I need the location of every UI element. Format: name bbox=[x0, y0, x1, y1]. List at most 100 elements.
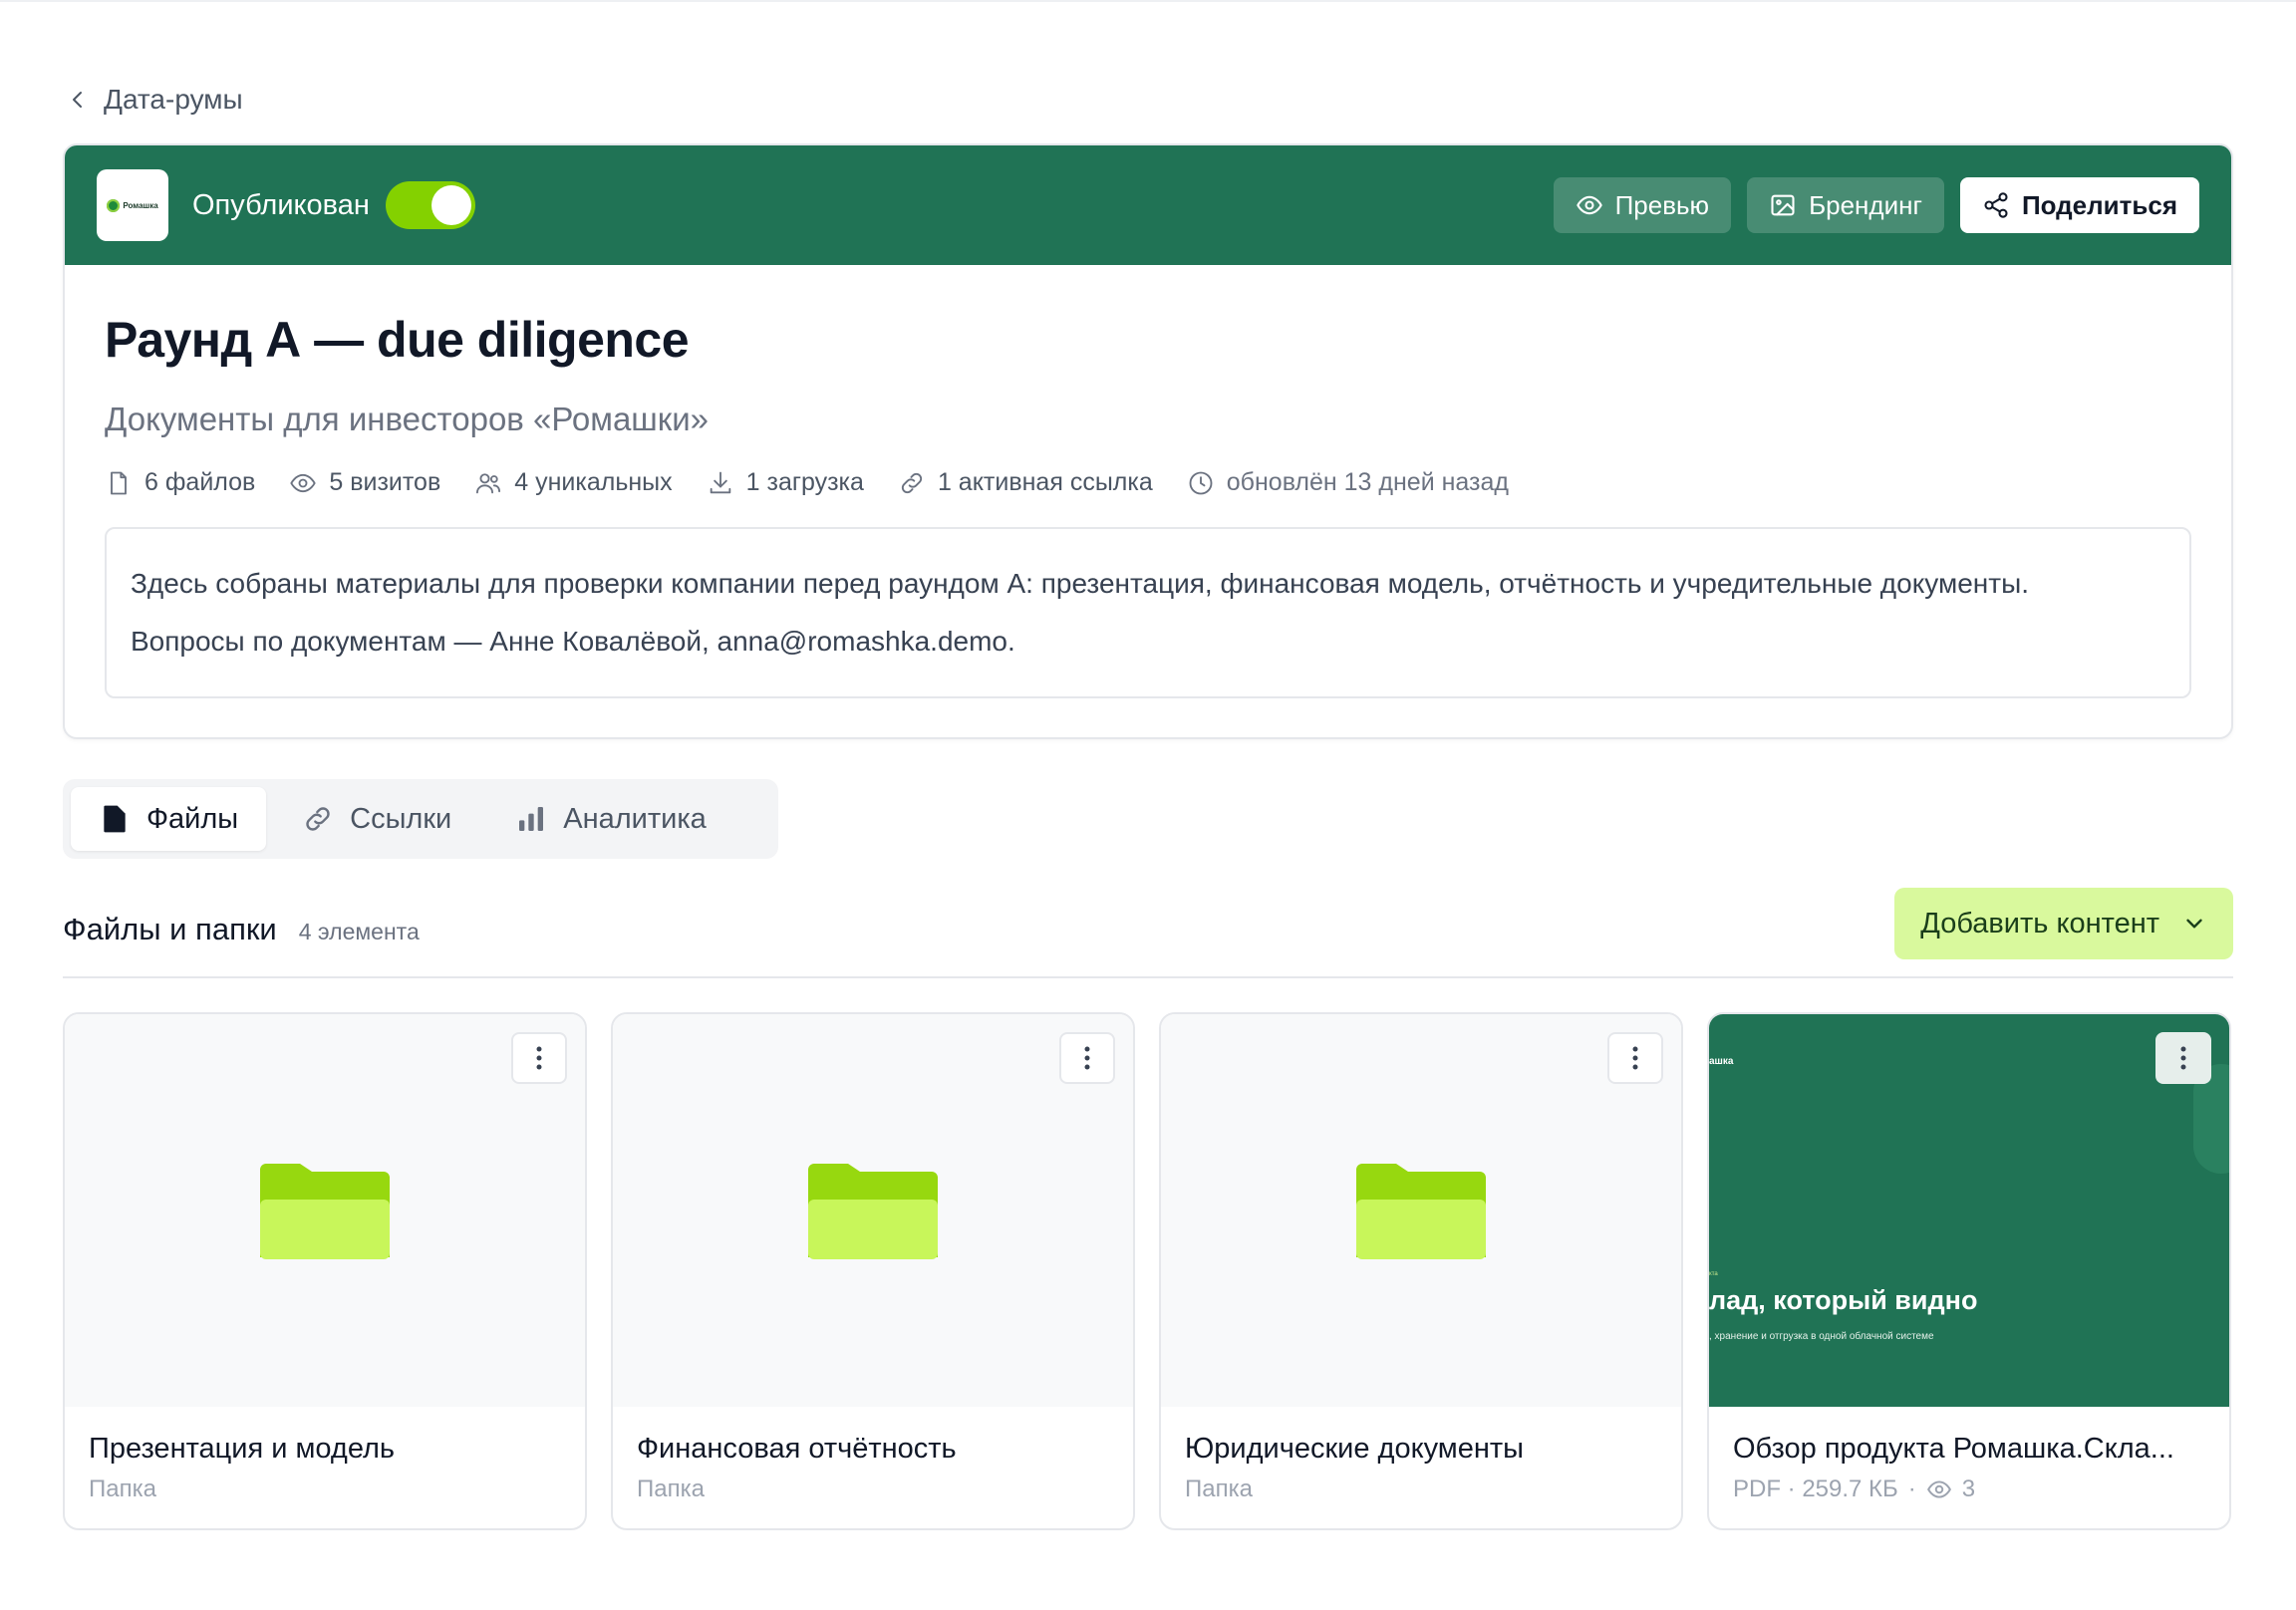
back-link-label: Дата-румы bbox=[104, 84, 243, 115]
stat-unique: 4 уникальных bbox=[474, 468, 673, 497]
tab-analytics-label: Аналитика bbox=[563, 802, 707, 835]
eye-icon bbox=[290, 473, 317, 492]
item-type-text: Папка bbox=[89, 1476, 156, 1502]
item-name: Финансовая отчётность bbox=[637, 1433, 957, 1465]
folder-thumbnail bbox=[65, 1014, 585, 1407]
tab-files[interactable]: Файлы bbox=[71, 787, 267, 851]
item-type: Папка bbox=[89, 1476, 561, 1503]
image-icon bbox=[1771, 194, 1795, 216]
stat-links: 1 активная ссылка bbox=[898, 468, 1153, 497]
stat-links-text: 1 активная ссылка bbox=[937, 468, 1153, 496]
more-options-button[interactable] bbox=[1059, 1032, 1115, 1084]
folder-thumbnail bbox=[1161, 1014, 1681, 1407]
item-name: Обзор продукта Ромашка.Скла... bbox=[1733, 1433, 2174, 1465]
files-grid: Презентация и модель Папка Финансовая от… bbox=[63, 1012, 2231, 1530]
item-type-text: Папка bbox=[637, 1476, 705, 1502]
tab-links[interactable]: Ссылки bbox=[274, 787, 479, 851]
link-icon bbox=[901, 472, 923, 493]
stat-downloads: 1 загрузка bbox=[707, 468, 864, 497]
folder-icon bbox=[808, 1164, 938, 1259]
stat-visits: 5 визитов bbox=[289, 468, 440, 497]
item-name: Юридические документы bbox=[1185, 1433, 1524, 1465]
pdf-preview-tagline: , хранение и отгрузка в одной облачной с… bbox=[1709, 1331, 1934, 1342]
item-meta-text: PDF · 259.7 КБ bbox=[1733, 1476, 1898, 1502]
item-type: Папка bbox=[1185, 1476, 1657, 1503]
branding-button[interactable]: Брендинг bbox=[1747, 177, 1944, 233]
stat-downloads-text: 1 загрузка bbox=[745, 468, 864, 496]
tab-files-label: Файлы bbox=[146, 802, 239, 835]
toggle-knob bbox=[430, 185, 471, 225]
publish-toggle[interactable] bbox=[385, 181, 475, 229]
chevron-left-icon bbox=[73, 92, 82, 108]
stat-unique-text: 4 уникальных bbox=[514, 468, 673, 496]
room-subtitle: Документы для инвесторов «Ромашки» bbox=[105, 401, 710, 437]
preview-button-label: Превью bbox=[1614, 189, 1710, 220]
description-line: Здесь собраны материалы для проверки ком… bbox=[131, 568, 2029, 599]
item-views: 3 bbox=[1961, 1476, 1976, 1502]
stat-files: 6 файлов bbox=[105, 468, 255, 497]
more-vertical-icon bbox=[536, 1046, 542, 1070]
users-icon bbox=[476, 472, 501, 493]
folder-icon bbox=[1356, 1164, 1486, 1259]
data-room-card: Ромашка Опубликован Превью Брендинг Поде… bbox=[63, 143, 2233, 739]
folder-card[interactable]: Презентация и модель Папка bbox=[63, 1012, 587, 1530]
clock-icon bbox=[1189, 471, 1213, 494]
item-type: Папка bbox=[637, 1476, 1109, 1503]
flower-icon bbox=[107, 198, 121, 212]
stat-updated: обновлён 13 дней назад bbox=[1187, 468, 1509, 497]
bar-chart-icon bbox=[519, 807, 544, 831]
room-logo: Ромашка bbox=[97, 169, 168, 241]
folder-thumbnail bbox=[613, 1014, 1133, 1407]
separator-dot: · bbox=[1907, 1476, 1916, 1502]
item-meta: PDF · 259.7 КБ · 3 bbox=[1733, 1476, 2205, 1503]
eye-icon bbox=[1576, 195, 1602, 215]
tab-links-label: Ссылки bbox=[350, 802, 452, 835]
chevron-down-icon bbox=[2186, 919, 2202, 929]
more-options-button[interactable] bbox=[1607, 1032, 1663, 1084]
description-line: Вопросы по документам — Анне Ковалёвой, … bbox=[131, 626, 1015, 657]
more-vertical-icon bbox=[1632, 1046, 1638, 1070]
section-title: Файлы и папки bbox=[63, 912, 277, 946]
more-vertical-icon bbox=[1084, 1046, 1090, 1070]
share-button[interactable]: Поделиться bbox=[1959, 177, 2199, 233]
branding-button-label: Брендинг bbox=[1809, 189, 1922, 220]
folder-card[interactable]: Юридические документы Папка bbox=[1159, 1012, 1683, 1530]
room-stats: 6 файлов 5 визитов 4 уникальных 1 загруз… bbox=[105, 468, 2191, 497]
top-divider bbox=[0, 0, 2296, 2]
back-link[interactable]: Дата-румы bbox=[66, 80, 243, 120]
file-icon bbox=[111, 471, 127, 494]
add-content-label: Добавить контент bbox=[1920, 907, 2159, 939]
more-options-button[interactable] bbox=[511, 1032, 567, 1084]
link-icon bbox=[306, 807, 330, 831]
room-banner: Ромашка Опубликован Превью Брендинг Поде… bbox=[65, 145, 2231, 265]
room-title: Раунд А — due diligence bbox=[105, 312, 690, 368]
item-type-text: Папка bbox=[1185, 1476, 1253, 1502]
files-section-header: Файлы и папки 4 элемента Добавить контен… bbox=[63, 883, 2233, 978]
file-card[interactable]: ашка кта лад, который видно , хранение и… bbox=[1707, 1012, 2231, 1530]
room-tabs: Файлы Ссылки Аналитика bbox=[63, 779, 778, 859]
section-count: 4 элемента bbox=[298, 918, 420, 944]
share-button-label: Поделиться bbox=[2021, 189, 2177, 220]
preview-button[interactable]: Превью bbox=[1553, 177, 1732, 233]
pdf-preview-eyebrow: кта bbox=[1709, 1271, 1718, 1277]
more-vertical-icon bbox=[2180, 1046, 2186, 1070]
pdf-preview-headline: лад, который видно bbox=[1709, 1285, 1978, 1315]
share-icon bbox=[1984, 192, 2008, 218]
folder-icon bbox=[260, 1164, 390, 1259]
room-logo-text: Ромашка bbox=[123, 200, 158, 210]
download-icon bbox=[710, 471, 730, 493]
pdf-preview-brand: ашка bbox=[1709, 1056, 1734, 1067]
stat-visits-text: 5 визитов bbox=[329, 468, 441, 496]
more-options-button[interactable] bbox=[2155, 1032, 2211, 1084]
publish-status-label: Опубликован bbox=[192, 188, 370, 221]
stat-updated-text: обновлён 13 дней назад bbox=[1226, 468, 1509, 496]
add-content-button[interactable]: Добавить контент bbox=[1894, 888, 2233, 959]
tab-analytics[interactable]: Аналитика bbox=[487, 787, 734, 851]
stat-files-text: 6 файлов bbox=[144, 468, 256, 496]
room-description: Здесь собраны материалы для проверки ком… bbox=[105, 527, 2191, 698]
pdf-thumbnail: ашка кта лад, который видно , хранение и… bbox=[1709, 1014, 2229, 1407]
folder-card[interactable]: Финансовая отчётность Папка bbox=[611, 1012, 1135, 1530]
file-filled-icon bbox=[104, 805, 126, 833]
item-name: Презентация и модель bbox=[89, 1433, 396, 1465]
eye-icon bbox=[1926, 1480, 1951, 1498]
